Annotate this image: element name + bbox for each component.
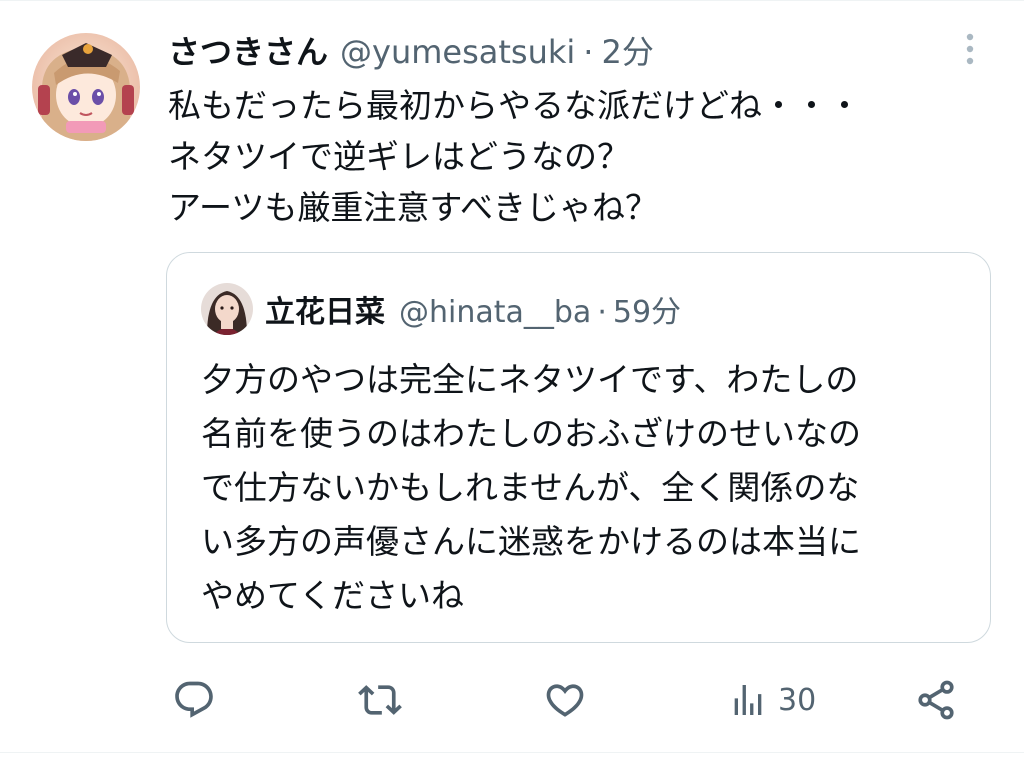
quote-display-name: 立花日菜 <box>265 295 385 330</box>
quote-text-line: で仕方ないかもしれませんが、全く関係のな <box>201 468 860 507</box>
tweet-text-line: ネタツイで逆ギレはどうなの？ <box>168 137 630 176</box>
quoted-tweet-card[interactable]: 立花日菜 @hinata__ba · 59分 夕方のやつは完全にネタツイです、わたし… <box>166 252 991 643</box>
quote-timestamp: 59分 <box>612 295 682 330</box>
views-icon <box>728 680 768 720</box>
more-options-icon[interactable] <box>955 30 985 68</box>
handle[interactable]: @yumesatsuki <box>340 33 575 71</box>
quote-handle: @hinata__ba <box>399 295 592 330</box>
reply-icon <box>172 678 216 722</box>
tweet-header: さつきさん @yumesatsuki · 2分 <box>168 26 654 74</box>
quote-avatar <box>201 283 253 335</box>
avatar[interactable] <box>32 33 140 141</box>
share-icon <box>914 678 958 722</box>
display-name[interactable]: さつきさん <box>168 27 328 73</box>
quote-text-line: やめてくださいね <box>201 576 465 615</box>
views-button[interactable]: 30 <box>728 676 816 724</box>
separator-dot: · <box>597 295 607 330</box>
tweet-text: 私もだったら最初からやるな派だけどね・・・ ネタツイで逆ギレはどうなの？ アーツ… <box>168 80 988 233</box>
share-button[interactable] <box>914 676 958 724</box>
top-divider <box>0 0 1024 1</box>
timestamp[interactable]: 2分 <box>601 33 653 71</box>
reply-button[interactable] <box>172 676 216 724</box>
quote-text: 夕方のやつは完全にネタツイです、わたしの 名前を使うのはわたしのおふざけのせいな… <box>201 353 971 623</box>
retweet-button[interactable] <box>358 676 402 724</box>
quote-meta: @hinata__ba · 59分 <box>399 287 681 331</box>
quote-text-line: 名前を使うのはわたしのおふざけのせいなの <box>201 414 861 453</box>
tweet-text-line: 私もだったら最初からやるな派だけどね・・・ <box>168 86 861 125</box>
quote-header: 立花日菜 @hinata__ba · 59分 <box>265 287 681 331</box>
retweet-icon <box>358 678 402 722</box>
heart-icon <box>543 678 587 722</box>
quote-text-line: い多方の声優さんに迷惑をかけるのは本当に <box>201 522 861 561</box>
tweet-text-line: アーツも厳重注意すべきじゃね？ <box>168 188 659 227</box>
views-count: 30 <box>778 682 817 718</box>
bottom-divider <box>0 752 1024 753</box>
quote-text-line: 夕方のやつは完全にネタツイです、わたしの <box>201 360 859 399</box>
tweet-meta: @yumesatsuki · 2分 <box>340 27 654 73</box>
separator-dot: · <box>583 33 594 71</box>
action-bar: 30 <box>0 670 1024 730</box>
like-button[interactable] <box>543 676 587 724</box>
